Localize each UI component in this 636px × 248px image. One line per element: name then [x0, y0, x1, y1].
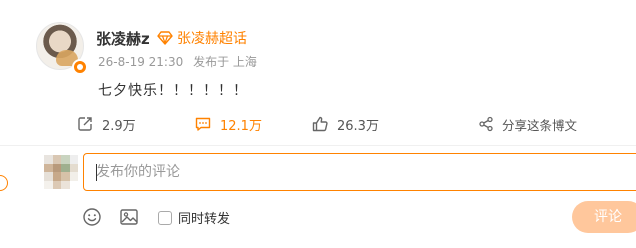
- forward-icon: [78, 117, 92, 131]
- forward-button[interactable]: 2.9万: [76, 112, 136, 136]
- repost-label: 同时转发: [178, 212, 231, 227]
- forward-count: 2.9万: [102, 118, 136, 134]
- divider: [0, 145, 636, 146]
- share-icon: [479, 116, 493, 132]
- submit-comment-button[interactable]: 评论: [572, 201, 636, 233]
- comment-button[interactable]: 12.1万: [194, 112, 262, 136]
- super-topic-label: 张凌赫超话: [177, 31, 247, 47]
- post-text: 七夕快乐！！！！！！: [98, 83, 248, 99]
- share-button[interactable]: 分享这条博文: [478, 112, 577, 136]
- author-name[interactable]: 张凌赫z: [96, 28, 150, 49]
- like-button[interactable]: 26.3万: [311, 112, 379, 136]
- comment-count: 12.1万: [220, 118, 262, 134]
- emoji-button[interactable]: [82, 207, 102, 227]
- verified-badge-icon: [72, 59, 88, 75]
- text-caret: [96, 164, 97, 181]
- image-button[interactable]: [119, 207, 139, 227]
- diamond-icon: [157, 31, 173, 45]
- comment-input[interactable]: [84, 154, 636, 190]
- emoji-icon: [83, 208, 101, 226]
- image-icon: [120, 209, 138, 225]
- post-actions: 2.9万 12.1万 26.3万 分享这条博文: [0, 112, 636, 136]
- commenter-avatar: [44, 155, 78, 189]
- edge-indicator: [0, 175, 8, 191]
- share-label: 分享这条博文: [502, 117, 578, 133]
- like-count: 26.3万: [337, 118, 379, 134]
- post-timestamp[interactable]: 26-8-19 21:30: [98, 55, 183, 69]
- like-icon: [312, 116, 328, 132]
- post-source: 发布于 上海: [193, 55, 257, 69]
- super-topic-link[interactable]: 张凌赫超话: [157, 28, 247, 48]
- repost-option[interactable]: 同时转发: [158, 208, 230, 227]
- comment-icon: [195, 117, 211, 131]
- repost-checkbox[interactable]: [158, 210, 172, 225]
- comment-input-box[interactable]: [83, 153, 636, 191]
- post-meta: 26-8-19 21:30 发布于 上海: [98, 53, 257, 70]
